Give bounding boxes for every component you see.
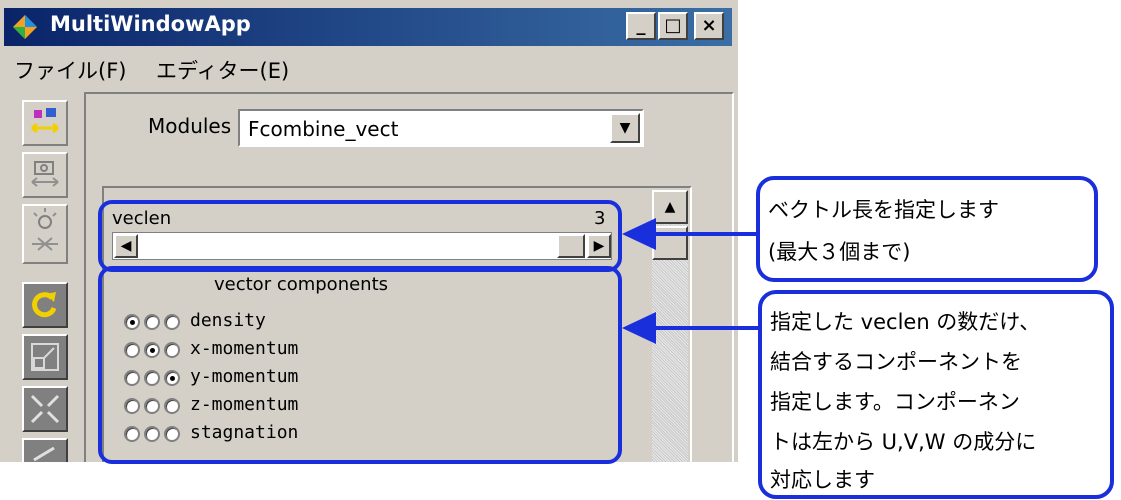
app-diamond-icon bbox=[13, 15, 37, 39]
camera-icon bbox=[31, 161, 59, 187]
veclen-callout-line1: ベクトル長を指定します bbox=[768, 198, 999, 222]
network-button[interactable] bbox=[22, 100, 68, 146]
components-callout-line4: トは左から U,V,W の成分に bbox=[770, 430, 1037, 454]
veclen-callout: ベクトル長を指定します (最大３個まで) bbox=[756, 176, 1098, 282]
rotate-icon bbox=[32, 292, 57, 318]
components-callout-line2: 結合するコンポーネントを bbox=[770, 350, 1022, 374]
network-icon bbox=[31, 108, 59, 134]
pan-icon bbox=[33, 446, 55, 462]
menu-editor[interactable]: エディター(E) bbox=[156, 55, 289, 85]
close-button[interactable]: × bbox=[694, 12, 724, 40]
minimize-button[interactable]: _ bbox=[626, 12, 656, 40]
zoom-button[interactable] bbox=[22, 386, 68, 432]
components-callout-line3: 指定します。コンポーネン bbox=[770, 390, 1020, 414]
fit-button[interactable] bbox=[22, 334, 68, 380]
components-callout-line1: 指定した veclen の数だけ、 bbox=[770, 310, 1041, 334]
veclen-highlight bbox=[98, 200, 622, 272]
maximize-button[interactable]: □ bbox=[658, 12, 688, 40]
chevron-down-icon[interactable]: ▼ bbox=[610, 113, 640, 143]
window-title: MultiWindowApp bbox=[50, 12, 251, 36]
light-button[interactable] bbox=[22, 204, 68, 264]
menu-file[interactable]: ファイル(F) bbox=[14, 55, 126, 85]
components-callout-line5: 対応します bbox=[770, 468, 875, 492]
components-highlight bbox=[98, 266, 622, 464]
camera-button[interactable] bbox=[22, 152, 68, 198]
veclen-callout-line2: (最大３個まで) bbox=[768, 240, 911, 264]
rotate-button[interactable] bbox=[22, 282, 68, 328]
modules-select[interactable]: Fcombine_vect ▼ bbox=[238, 109, 644, 147]
components-callout: 指定した veclen の数だけ、 結合するコンポーネントを 指定します。コンポ… bbox=[758, 290, 1114, 499]
modules-selected-value: Fcombine_vect bbox=[248, 117, 399, 141]
modules-label: Modules bbox=[148, 114, 232, 138]
annotation-arrows bbox=[622, 218, 764, 344]
zoom-icon bbox=[30, 394, 60, 424]
pan-button[interactable] bbox=[22, 438, 68, 462]
fit-icon bbox=[31, 343, 59, 371]
light-icon bbox=[32, 208, 58, 251]
